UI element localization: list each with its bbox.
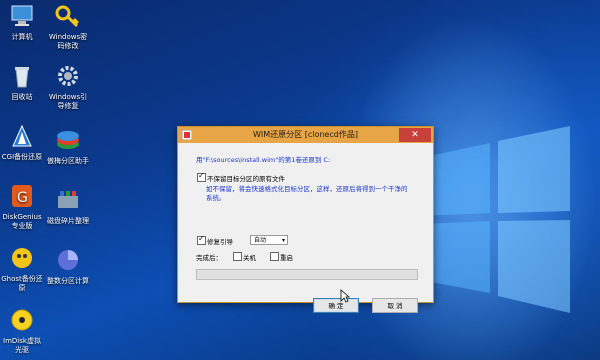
source-description: 用"F:\sources\install.wim"的第1卷还原到 C: [196,156,331,164]
computer-icon [11,5,33,26]
desktop-icon-windows-password[interactable]: Windows密 码修改 [40,4,96,51]
restore-progress-bar [196,269,418,280]
ok-button[interactable]: 确 定 [313,298,359,313]
wim-restore-dialog: WIM还原分区 [clonecd作品] ✕ 用"F:\sources\insta… [177,126,434,313]
desktop-icon-disk-defrag[interactable]: 磁盘碎片整理 [40,188,96,226]
recycle-bin-icon [15,67,29,88]
close-button[interactable]: ✕ [399,128,431,142]
dialog-titlebar[interactable]: WIM还原分区 [clonecd作品] ✕ [178,127,433,143]
desktop-icon-imdisk[interactable]: ImDisk虚拟 光驱 [0,308,50,355]
boot-mode-value: 自动 [254,237,267,244]
cancel-button[interactable]: 取 消 [372,298,418,313]
keep-files-label: 不保留目标分区的原有文件 [207,175,285,183]
desktop-icon-label: 整数分区计算 [47,277,89,285]
partition-calc-icon [58,250,78,270]
cgi-backup-icon [12,124,32,147]
keep-files-description-2: 系统。 [206,194,226,202]
imdisk-icon [11,309,33,331]
ghost-backup-icon [12,248,32,268]
mouse-cursor-icon [340,289,350,303]
diskgenius-icon: G [12,185,32,207]
desktop-icon-label: Windows密 码修改 [48,33,88,50]
desktop-icon-label: Windows引 导修复 [48,93,88,110]
desktop-icon-partition-assistant[interactable]: 傲梅分区助手 [40,128,96,166]
dialog-title: WIM还原分区 [clonecd作品] [253,130,358,139]
disk-defrag-icon [58,191,78,208]
shutdown-checkbox[interactable] [233,252,242,261]
windows-logo-background [420,126,570,313]
desktop-icon-windows-boot-repair[interactable]: Windows引 导修复 [40,64,96,111]
shutdown-label: 关机 [243,254,256,262]
dialog-client: 用"F:\sources\install.wim"的第1卷还原到 C: 不保留目… [178,144,433,313]
key-icon [55,5,80,28]
desktop-icon-label: 磁盘碎片整理 [47,217,89,225]
desktop-icon-label: 傲梅分区助手 [47,157,89,165]
keep-files-description: 如不保留，将会快速格式化目标分区，这样，还原后将得到一个干净的 [206,185,408,193]
repair-boot-label: 修复引导 [207,238,233,246]
restart-label: 重启 [280,254,293,262]
chevron-down-icon: ▾ [281,237,285,244]
partition-assistant-icon [57,131,79,149]
after-finish-label: 完成后： [196,254,222,262]
boot-mode-select[interactable]: 自动 ▾ [250,235,288,245]
keep-files-checkbox[interactable] [197,171,206,182]
svg-text:G: G [17,190,28,206]
desktop-icon-label: ImDisk虚拟 光驱 [3,337,41,354]
repair-boot-checkbox[interactable] [197,234,206,245]
restart-checkbox[interactable] [270,252,279,261]
gear-icon [58,66,78,86]
desktop-icon-partition-calc[interactable]: 整数分区计算 [40,248,96,286]
